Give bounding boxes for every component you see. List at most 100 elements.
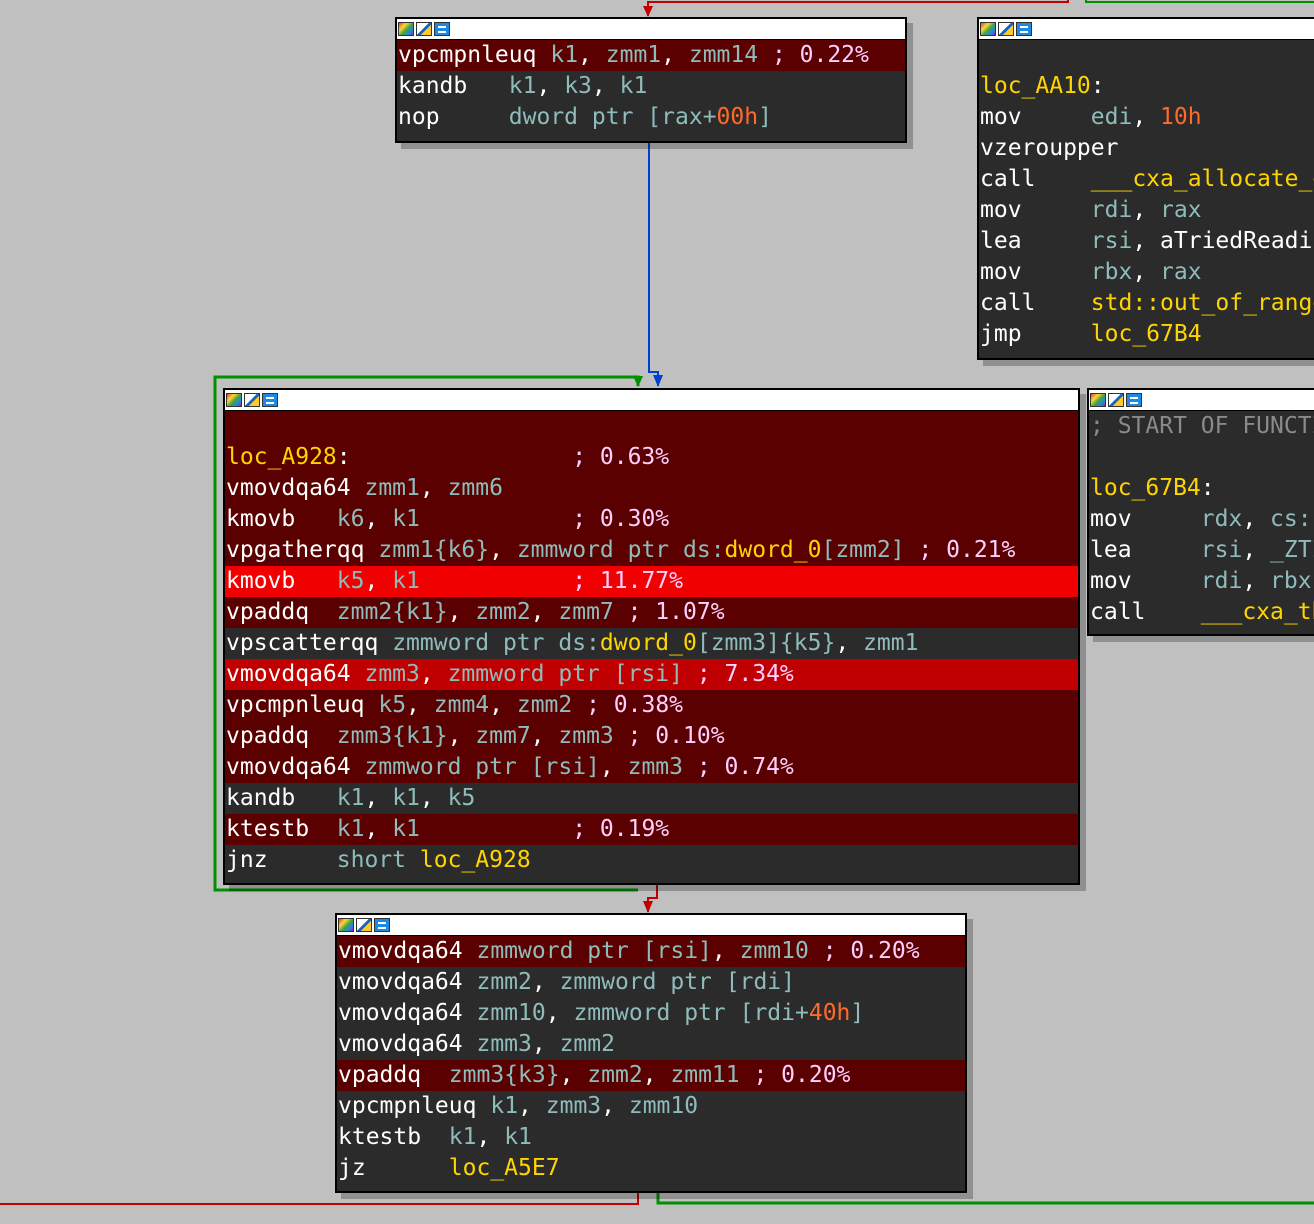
operand[interactable]: zmm3 (558, 723, 613, 749)
operand[interactable]: zmm6 (448, 475, 503, 501)
asm-line[interactable]: vpaddq zmm3{k3}, zmm2, zmm11 ; 0.20% (337, 1060, 965, 1091)
asm-line[interactable]: lea rsi, aTriedReadingBeyond (979, 226, 1314, 257)
operand[interactable]: k1 (337, 816, 365, 842)
operand[interactable]: zmm2{k1} (337, 599, 448, 625)
asm-line[interactable]: vmovdqa64 zmm3, zmmword ptr [rsi] ; 7.34… (225, 659, 1078, 690)
operand[interactable]: zmmword ptr [rsi] (364, 754, 599, 780)
operand[interactable]: + (703, 104, 717, 130)
asm-line[interactable]: vmovdqa64 zmmword ptr [rsi], zmm10 ; 0.2… (337, 936, 965, 967)
operand[interactable]: zmm10 (740, 938, 809, 964)
palette-icon[interactable] (226, 393, 242, 407)
rename-icon[interactable] (356, 918, 372, 932)
asm-line[interactable]: ktestb k1, k1 ; 0.19% (225, 814, 1078, 845)
rename-icon[interactable] (416, 22, 432, 36)
operand[interactable]: zmm2 (517, 692, 572, 718)
operand[interactable]: k1 (490, 1093, 518, 1119)
label-ref[interactable]: ___cxa_throw (1201, 599, 1314, 625)
asm-line[interactable]: call ___cxa_throw (1089, 597, 1314, 628)
operand[interactable]: ] (758, 104, 772, 130)
asm-line[interactable]: ktestb k1, k1 (337, 1122, 965, 1153)
rename-icon[interactable] (244, 393, 260, 407)
operand[interactable]: k1 (392, 816, 420, 842)
asm-line[interactable]: mov rdi, rbx (1089, 566, 1314, 597)
code-block-top[interactable]: vpcmpnleuq k1, zmm1, zmm14 ; 0.22% kandb … (395, 17, 907, 143)
operand[interactable]: zmm3 (628, 754, 683, 780)
palette-icon[interactable] (1090, 393, 1106, 407)
asm-line[interactable]: kmovb k6, k1 ; 0.30% (225, 504, 1078, 535)
operand[interactable]: zmm3{k3} (449, 1062, 560, 1088)
label-ref[interactable]: std::out_of_range (1091, 290, 1314, 316)
label-ref[interactable]: loc_A928 (420, 847, 531, 873)
operand[interactable]: dword ptr (509, 104, 647, 130)
asm-line[interactable] (225, 411, 1078, 442)
code-block-loc-aa10[interactable]: loc_AA10: mov edi, 10h vzeroupper call ___c… (977, 17, 1314, 360)
label-ref[interactable]: loc_67B4 (1090, 475, 1201, 501)
operand[interactable]: zmm3 (476, 1031, 531, 1057)
asm-line[interactable]: mov rdi, rax (979, 195, 1314, 226)
label-ref[interactable]: dword_0 (725, 537, 822, 563)
operand[interactable]: rax (1160, 197, 1202, 223)
operand[interactable]: rdx (1201, 506, 1243, 532)
code-block-loc-a928[interactable]: loc_A928: ; 0.63% vmovdqa64 zmm1, zmm6 kmo… (223, 388, 1080, 885)
code-block-bottom[interactable]: vmovdqa64 zmmword ptr [rsi], zmm10 ; 0.2… (335, 913, 967, 1193)
operand[interactable]: _ZTISt12 (1270, 537, 1314, 563)
operand[interactable]: rsi (1091, 228, 1133, 254)
operand[interactable]: ] (850, 1000, 864, 1026)
operand[interactable]: zmm1{k6} (378, 537, 489, 563)
operand[interactable]: zmmword ptr [rdi] (560, 969, 795, 995)
operand[interactable]: k5 (378, 692, 406, 718)
operand[interactable]: zmm14 (689, 42, 758, 68)
asm-line[interactable]: jmp loc_67B4 (979, 319, 1314, 350)
asm-line[interactable]: vpscatterqq zmmword ptr ds:dword_0[zmm3]… (225, 628, 1078, 659)
operand[interactable]: zmm10 (629, 1093, 698, 1119)
graph-overview-icon[interactable] (1126, 393, 1142, 407)
operand[interactable]: zmm3{k1} (337, 723, 448, 749)
asm-line[interactable]: mov rbx, rax (979, 257, 1314, 288)
asm-line[interactable]: call std::out_of_range (979, 288, 1314, 319)
operand[interactable]: k1 (392, 785, 420, 811)
asm-line[interactable]: kmovb k5, k1 ; 11.77% (225, 566, 1078, 597)
operand[interactable]: k1 (337, 785, 365, 811)
operand[interactable]: zmm4 (434, 692, 489, 718)
operand[interactable]: rbx (1270, 568, 1312, 594)
asm-line[interactable]: nop dword ptr [rax+00h] (397, 102, 905, 133)
asm-line[interactable]: vpcmpnleuq k5, zmm4, zmm2 ; 0.38% (225, 690, 1078, 721)
operand[interactable]: edi (1091, 104, 1133, 130)
operand[interactable]: zmmword ptr ds: (392, 630, 600, 656)
operand[interactable]: short (337, 847, 420, 873)
operand[interactable]: k1 (449, 1124, 477, 1150)
operand[interactable]: zmm1 (606, 42, 661, 68)
palette-icon[interactable] (980, 22, 996, 36)
operand[interactable]: k5 (448, 785, 476, 811)
rename-icon[interactable] (998, 22, 1014, 36)
operand[interactable]: k1 (509, 73, 537, 99)
label-ref[interactable]: dword_0 (600, 630, 697, 656)
operand[interactable]: k3 (564, 73, 592, 99)
operand[interactable]: rbx (1091, 259, 1133, 285)
palette-icon[interactable] (338, 918, 354, 932)
operand[interactable]: zmm2 (587, 1062, 642, 1088)
operand[interactable]: zmm1 (863, 630, 918, 656)
asm-line[interactable]: vpcmpnleuq k1, zmm3, zmm10 (337, 1091, 965, 1122)
operand[interactable]: zmmword ptr ds: (517, 537, 725, 563)
operand[interactable]: zmm10 (476, 1000, 545, 1026)
operand[interactable]: zmm3 (546, 1093, 601, 1119)
operand[interactable]: zmmword ptr [rsi] (476, 938, 711, 964)
operand[interactable]: zmm3 (364, 661, 419, 687)
graph-overview-icon[interactable] (374, 918, 390, 932)
asm-line[interactable]: mov rdx, cs: (1089, 504, 1314, 535)
asm-line[interactable]: kandb k1, k3, k1 (397, 71, 905, 102)
asm-line[interactable]: mov edi, 10h (979, 102, 1314, 133)
operand[interactable]: rax (661, 104, 703, 130)
asm-line[interactable]: jz loc_A5E7 (337, 1153, 965, 1184)
graph-overview-icon[interactable] (262, 393, 278, 407)
operand[interactable]: zmm7 (558, 599, 613, 625)
asm-line[interactable]: kandb k1, k1, k5 (225, 783, 1078, 814)
operand[interactable]: rdi (1091, 197, 1133, 223)
asm-line[interactable]: vzeroupper (979, 133, 1314, 164)
operand[interactable]: [zmm3]{k5} (697, 630, 835, 656)
operand[interactable]: zmmword ptr [rsi] (448, 661, 683, 687)
operand[interactable]: k6 (337, 506, 365, 532)
asm-line[interactable]: loc_A928: ; 0.63% (225, 442, 1078, 473)
operand[interactable]: k1 (504, 1124, 532, 1150)
